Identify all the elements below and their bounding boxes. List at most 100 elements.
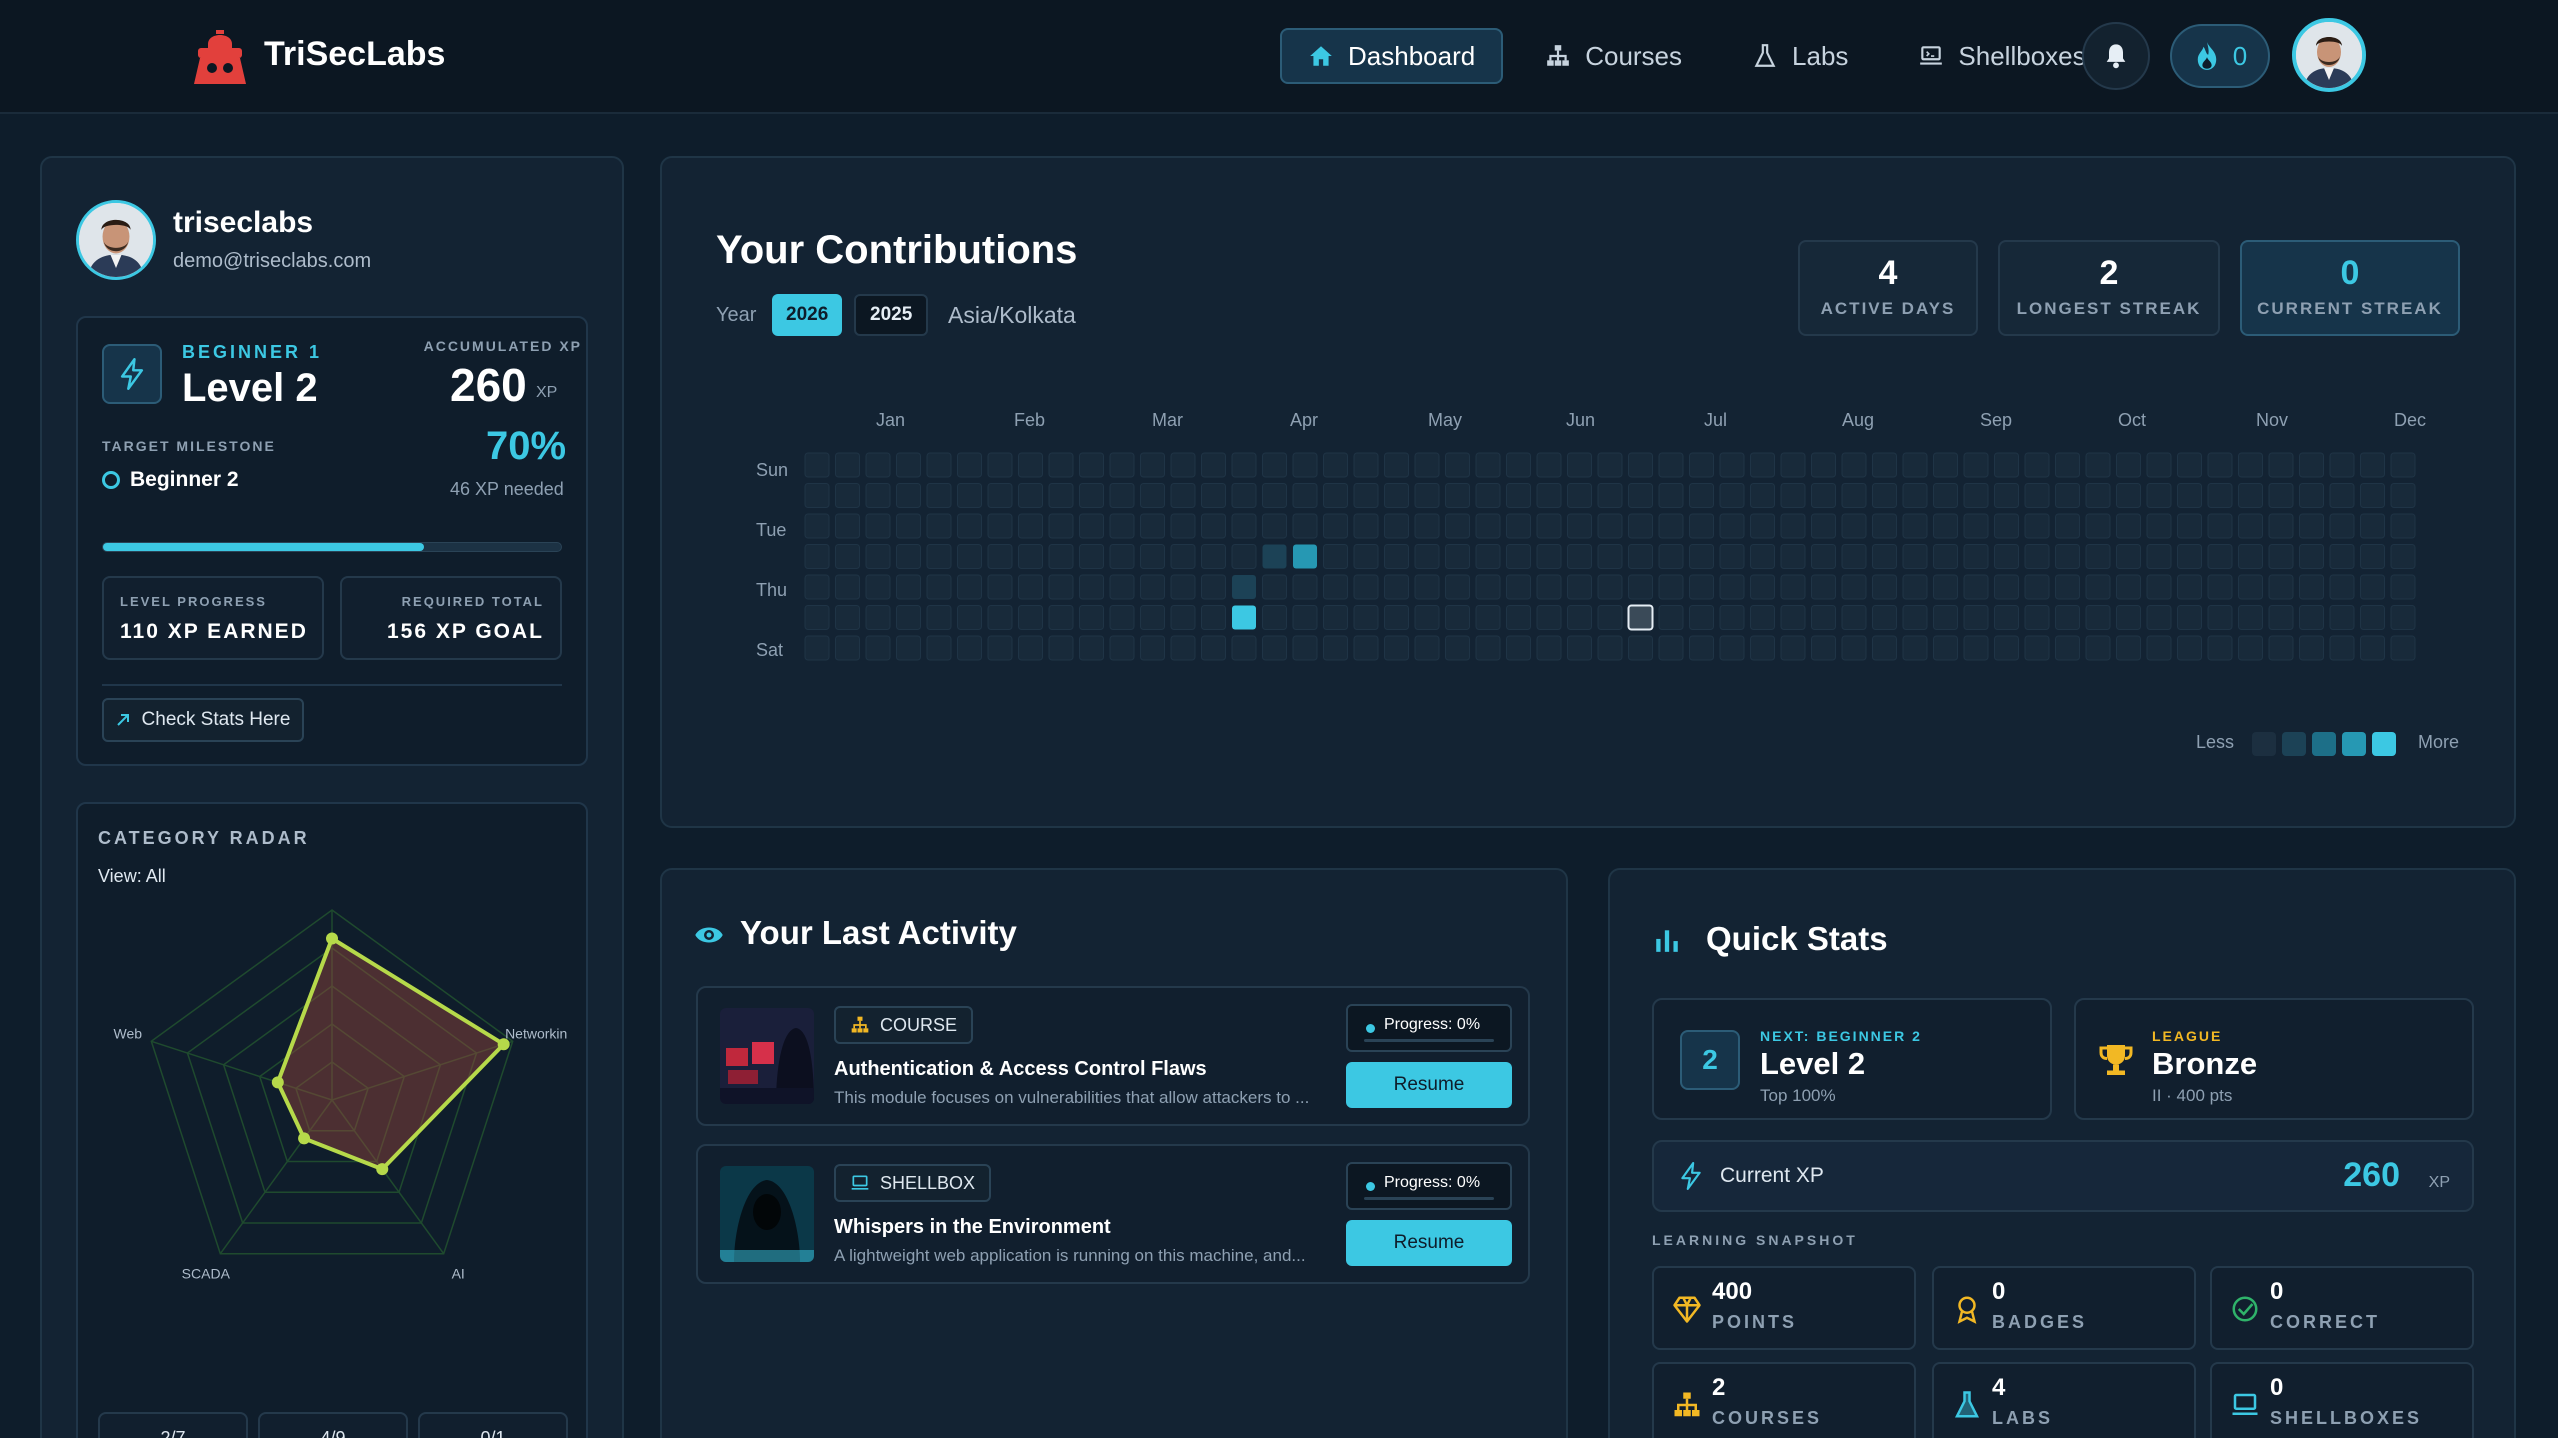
contribution-cell[interactable] — [1963, 513, 1989, 539]
contribution-cell[interactable] — [1719, 483, 1745, 508]
contribution-cell[interactable] — [1811, 605, 1836, 630]
contribution-cell[interactable] — [2238, 574, 2263, 600]
contribution-cell[interactable] — [1293, 544, 1317, 569]
contribution-cell[interactable] — [2329, 513, 2355, 539]
contribution-cell[interactable] — [1902, 544, 1928, 569]
contribution-cell[interactable] — [1719, 452, 1745, 478]
contribution-cell[interactable] — [804, 635, 830, 661]
contribution-cell[interactable] — [1262, 513, 1287, 539]
contribution-cell[interactable] — [2146, 574, 2172, 600]
contribution-cell[interactable] — [2177, 452, 2202, 478]
contribution-cell[interactable] — [1811, 483, 1836, 508]
contribution-cell[interactable] — [804, 605, 830, 630]
contribution-cell[interactable] — [957, 635, 982, 661]
contribution-cell[interactable] — [896, 513, 921, 539]
contribution-cell[interactable] — [865, 452, 891, 478]
contribution-cell[interactable] — [1841, 452, 1867, 478]
contribution-cell[interactable] — [926, 605, 952, 630]
contribution-cell[interactable] — [2390, 483, 2416, 508]
contribution-cell[interactable] — [1933, 452, 1958, 478]
contribution-cell[interactable] — [2360, 635, 2385, 661]
contribution-cell[interactable] — [2329, 635, 2355, 661]
contribution-cell[interactable] — [1048, 574, 1074, 600]
contribution-cell[interactable] — [957, 574, 982, 600]
contribution-cell[interactable] — [1841, 544, 1867, 569]
contribution-cell[interactable] — [1902, 635, 1928, 661]
contribution-cell[interactable] — [1109, 452, 1135, 478]
contribution-cell[interactable] — [804, 574, 830, 600]
radar-tab-1[interactable]: 2/7 — [98, 1412, 248, 1438]
contribution-cell[interactable] — [1018, 574, 1043, 600]
contribution-cell[interactable] — [1445, 452, 1470, 478]
contribution-cell[interactable] — [2146, 483, 2172, 508]
contribution-cell[interactable] — [2360, 513, 2385, 539]
contribution-cell[interactable] — [1292, 635, 1318, 661]
contribution-cell[interactable] — [1597, 483, 1623, 508]
contribution-cell[interactable] — [2055, 513, 2080, 539]
contribution-cell[interactable] — [2238, 483, 2263, 508]
contribution-cell[interactable] — [1567, 483, 1592, 508]
contribution-cell[interactable] — [2390, 513, 2416, 539]
contribution-cell[interactable] — [2024, 605, 2050, 630]
contribution-cell[interactable] — [1262, 635, 1287, 661]
contribution-cell[interactable] — [1262, 483, 1287, 508]
contribution-cell[interactable] — [2390, 544, 2416, 569]
contribution-cell[interactable] — [2360, 544, 2385, 569]
contribution-cell[interactable] — [1536, 574, 1562, 600]
contribution-cell[interactable] — [987, 544, 1013, 569]
contribution-cell[interactable] — [1902, 605, 1928, 630]
contribution-cell[interactable] — [835, 574, 860, 600]
contribution-cell[interactable] — [1719, 605, 1745, 630]
contribution-cell[interactable] — [1963, 452, 1989, 478]
contribution-cell[interactable] — [865, 635, 891, 661]
contribution-cell[interactable] — [2390, 452, 2416, 478]
contribution-cell[interactable] — [1353, 605, 1379, 630]
contribution-cell[interactable] — [1658, 635, 1684, 661]
contribution-cell[interactable] — [1201, 483, 1226, 508]
contribution-cell[interactable] — [1872, 574, 1897, 600]
contribution-cell[interactable] — [1353, 483, 1379, 508]
contribution-cell[interactable] — [1323, 513, 1348, 539]
contribution-cell[interactable] — [1048, 605, 1074, 630]
contribution-cell[interactable] — [1780, 544, 1806, 569]
contribution-cell[interactable] — [804, 513, 830, 539]
contribution-cell[interactable] — [1384, 513, 1409, 539]
contribution-cell[interactable] — [865, 544, 891, 569]
contribution-cell[interactable] — [2146, 544, 2172, 569]
contribution-cell[interactable] — [2360, 452, 2385, 478]
contribution-cell[interactable] — [2085, 544, 2111, 569]
contribution-cell[interactable] — [1750, 452, 1775, 478]
contribution-cell[interactable] — [865, 574, 891, 600]
contribution-cell[interactable] — [2024, 574, 2050, 600]
contribution-cell[interactable] — [1628, 483, 1653, 508]
contribution-cell[interactable] — [2085, 605, 2111, 630]
contribution-cell[interactable] — [1597, 452, 1623, 478]
contribution-cell[interactable] — [1445, 513, 1470, 539]
contribution-cell[interactable] — [2360, 605, 2385, 630]
contribution-cell[interactable] — [1201, 513, 1226, 539]
contribution-cell[interactable] — [2055, 544, 2080, 569]
contribution-cell[interactable] — [1872, 452, 1897, 478]
contribution-cell[interactable] — [804, 452, 830, 478]
contribution-cell[interactable] — [1231, 544, 1257, 569]
contribution-cell[interactable] — [1536, 513, 1562, 539]
contribution-cell[interactable] — [2024, 483, 2050, 508]
contribution-cell[interactable] — [2207, 544, 2233, 569]
contribution-cell[interactable] — [2146, 635, 2172, 661]
contribution-cell[interactable] — [804, 483, 830, 508]
contribution-cell[interactable] — [2024, 544, 2050, 569]
contribution-cell[interactable] — [2055, 483, 2080, 508]
contribution-cell[interactable] — [1170, 544, 1196, 569]
contribution-cell[interactable] — [835, 605, 860, 630]
contribution-cell[interactable] — [1933, 605, 1958, 630]
contribution-cell[interactable] — [987, 635, 1013, 661]
contribution-cell[interactable] — [2299, 574, 2324, 600]
contribution-cell[interactable] — [865, 513, 891, 539]
contribution-cell[interactable] — [2238, 635, 2263, 661]
contribution-cell[interactable] — [1445, 544, 1470, 569]
contribution-cell[interactable] — [1841, 635, 1867, 661]
contribution-cell[interactable] — [2177, 544, 2202, 569]
contribution-cell[interactable] — [1841, 574, 1867, 600]
contribution-cell[interactable] — [2207, 513, 2233, 539]
contribution-cell[interactable] — [1353, 513, 1379, 539]
